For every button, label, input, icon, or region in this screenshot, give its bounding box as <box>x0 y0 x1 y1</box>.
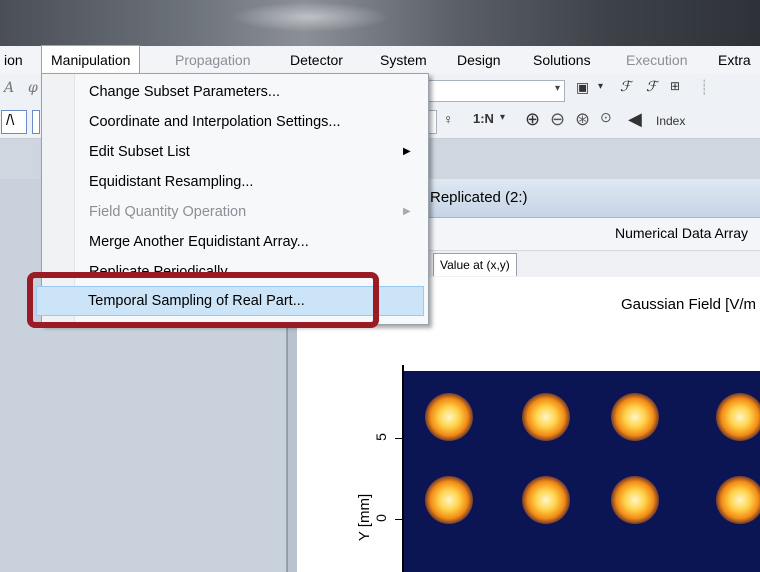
menu-item-label: Edit Subset List <box>89 144 190 160</box>
toolbar-box-icon[interactable] <box>32 110 40 134</box>
menu-item-system[interactable]: System <box>380 46 427 74</box>
square-view-icon[interactable]: ▣ <box>576 79 589 96</box>
submenu-arrow-icon: ▶ <box>403 206 411 217</box>
toolbar-combo[interactable]: ▾ <box>427 80 565 102</box>
gaussian-spot <box>611 476 659 524</box>
y-tick-mark <box>395 438 402 439</box>
fft-icon[interactable]: ⊞ <box>670 79 680 93</box>
zoom-100-icon[interactable]: ⊙ <box>600 109 612 126</box>
menu-item-design[interactable]: Design <box>457 46 501 74</box>
menu-item-manipulation[interactable]: Manipulation <box>41 45 141 73</box>
gaussian-spot <box>611 393 659 441</box>
menu-item-label: Field Quantity Operation <box>89 204 247 220</box>
submenu-arrow-icon: ▶ <box>403 146 411 157</box>
title-bar-glow <box>230 2 390 32</box>
menu-item-equidistant-resampling[interactable]: Equidistant Resampling... <box>89 168 253 196</box>
menu-item-merge-equidistant-array[interactable]: Merge Another Equidistant Array... <box>89 228 309 256</box>
italic-a-icon[interactable]: A <box>4 80 14 96</box>
menu-item-change-subset-parameters[interactable]: Change Subset Parameters... <box>89 78 280 106</box>
toolbar-separator-icon: ┊ <box>700 79 709 95</box>
y-axis-label: Y [mm] <box>356 493 374 542</box>
zoom-fit-icon[interactable]: ⊛ <box>575 109 590 130</box>
gaussian-spot <box>425 393 473 441</box>
gaussian-spot <box>522 393 570 441</box>
one-to-n-button[interactable]: 1:N <box>473 111 494 126</box>
y-tick-label: 0 <box>372 514 389 522</box>
menu-item-coordinate-interpolation-settings[interactable]: Coordinate and Interpolation Settings... <box>89 108 341 136</box>
lambda-glyph-icon: /\ <box>6 112 15 129</box>
gaussian-spot <box>522 476 570 524</box>
menu-item-detector[interactable]: Detector <box>290 46 343 74</box>
menu-item-propagation[interactable]: Propagation <box>175 46 251 74</box>
window-title-bar <box>0 0 760 46</box>
italic-phi-icon[interactable]: φ <box>28 80 38 96</box>
chevron-down-icon[interactable]: ▾ <box>598 81 603 92</box>
zoom-out-icon[interactable]: ⊖ <box>550 109 565 130</box>
gaussian-spot <box>716 476 760 524</box>
menu-item-temporal-sampling-real-part[interactable]: Temporal Sampling of Real Part... <box>88 287 305 315</box>
document-subtitle: Numerical Data Array <box>614 225 748 241</box>
index-button[interactable]: Index <box>656 114 685 128</box>
menu-item-execution[interactable]: Execution <box>626 46 687 74</box>
field-plot[interactable] <box>404 371 760 572</box>
y-tick-mark <box>395 519 402 520</box>
menu-bar: ion Manipulation Propagation Detector Sy… <box>0 45 760 75</box>
menu-item-option[interactable]: ion <box>4 46 23 74</box>
menu-item-solutions[interactable]: Solutions <box>533 46 591 74</box>
wave-shape-icon[interactable]: /\ <box>1 110 27 134</box>
document-title: Replicated (2:) <box>430 189 528 206</box>
gaussian-spot <box>425 476 473 524</box>
chevron-down-icon: ▾ <box>554 83 560 94</box>
y-tick-label: 5 <box>372 433 389 441</box>
back-arrow-icon[interactable]: ◀ <box>628 109 642 130</box>
inverse-fourier-icon[interactable]: ℱ <box>646 79 657 95</box>
plot-label: Gaussian Field [V/m <box>620 296 756 313</box>
tab-value-at-xy[interactable]: Value at (x,y) <box>433 253 517 276</box>
lightbulb-icon[interactable]: ♀ <box>443 111 454 127</box>
menu-item-extras[interactable]: Extra <box>718 46 751 74</box>
chevron-down-icon[interactable]: ▾ <box>500 112 505 123</box>
gaussian-spot <box>716 393 760 441</box>
fourier-transform-icon[interactable]: ℱ <box>620 79 631 95</box>
menu-item-field-quantity-operation[interactable]: Field Quantity Operation ▶ <box>89 198 411 226</box>
menu-item-edit-subset-list[interactable]: Edit Subset List ▶ <box>89 138 411 166</box>
zoom-in-icon[interactable]: ⊕ <box>525 109 540 130</box>
